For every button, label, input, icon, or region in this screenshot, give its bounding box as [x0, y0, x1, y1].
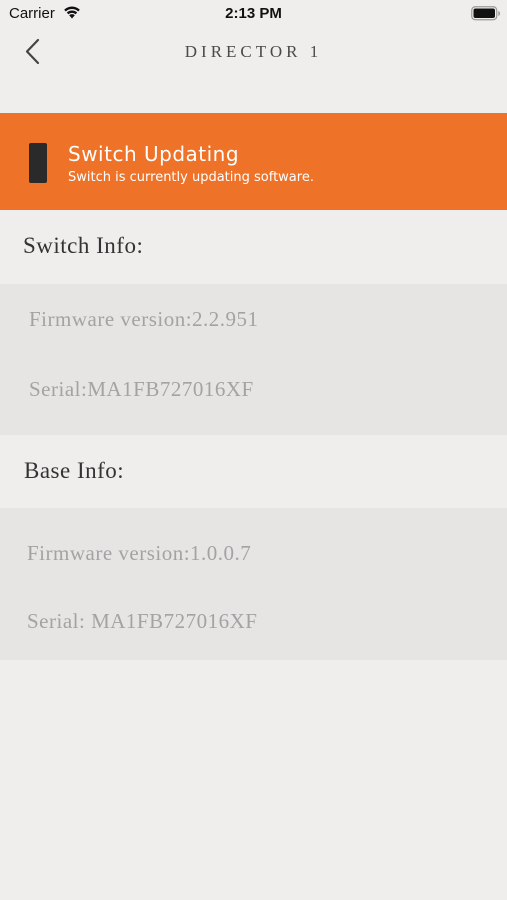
- switch-info-header: Switch Info:: [23, 233, 144, 258]
- battery-icon: [471, 6, 500, 21]
- base-firmware-version: Firmware version:1.0.0.7: [27, 541, 252, 565]
- banner-title: Switch Updating: [68, 142, 240, 166]
- clock-time: 2:13 PM: [225, 5, 282, 22]
- status-bar: Carrier 2:13 PM: [0, 0, 507, 28]
- switch-info-section: Firmware version:2.2.951 Serial:MA1FB727…: [0, 284, 507, 435]
- banner-subtitle: Switch is currently updating software.: [68, 170, 314, 185]
- update-status-banner: Switch Updating Switch is currently upda…: [0, 113, 507, 210]
- base-serial: Serial: MA1FB727016XF: [27, 609, 258, 633]
- switch-icon: [29, 143, 47, 183]
- switch-serial: Serial:MA1FB727016XF: [29, 377, 254, 401]
- navigation-bar: DIRECTOR 1: [0, 28, 507, 76]
- switch-firmware-version: Firmware version:2.2.951: [29, 307, 259, 331]
- page-title: DIRECTOR 1: [184, 42, 323, 61]
- base-info-section: Firmware version:1.0.0.7 Serial: MA1FB72…: [0, 508, 507, 660]
- base-info-header: Base Info:: [24, 458, 125, 483]
